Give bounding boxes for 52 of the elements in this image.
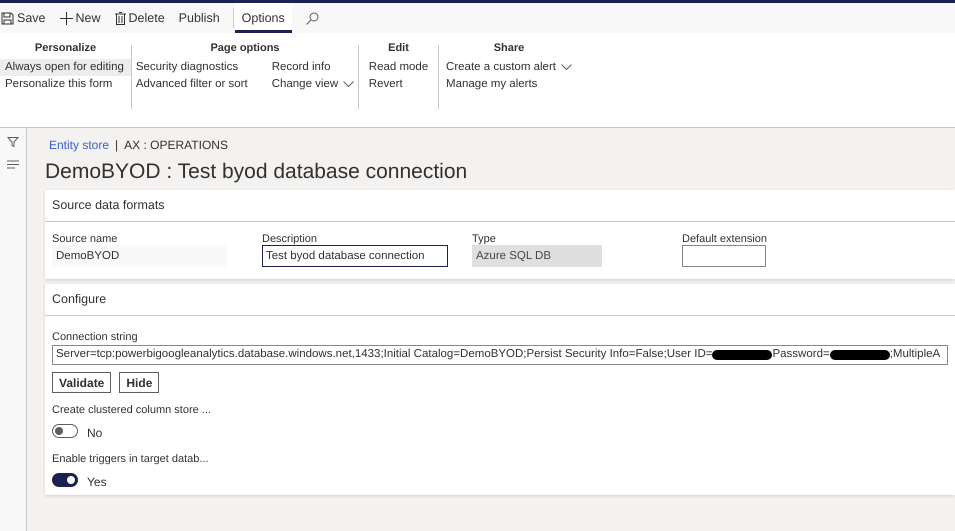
chevron-down-icon: [343, 81, 354, 88]
field-label: Default extension: [682, 232, 768, 245]
company-label: AX : OPERATIONS: [124, 137, 228, 154]
ribbon-item[interactable]: Advanced filter or sort: [130, 76, 253, 93]
ribbon-item[interactable]: Read mode: [364, 59, 434, 76]
form-button[interactable]: Validate: [52, 372, 112, 393]
card-header: Configure: [45, 284, 955, 316]
ribbon-item[interactable]: Security diagnostics: [130, 59, 253, 76]
input-field[interactable]: DemoBYOD: [52, 245, 227, 267]
connection-string-field[interactable]: Server=tcp:powerbigoogleanalytics.database.windows.net,1433;Initial Catalog=DemoBYOD;Persist Security Info=False;User ID= Password= ;MultipleA: [52, 345, 948, 365]
input-field[interactable]: [682, 245, 766, 267]
input-field[interactable]: Test byod database connection: [262, 245, 448, 267]
toolbar-button[interactable]: Publish: [178, 3, 221, 33]
redaction-mark: [830, 350, 890, 360]
field-label: Description: [262, 232, 318, 245]
page-title: DemoBYOD : Test byod database connection: [45, 159, 468, 185]
field-label: Source name: [52, 232, 118, 245]
field-label: Type: [472, 232, 497, 245]
toggle-label: Create clustered column store ...: [52, 403, 212, 416]
ribbon-item[interactable]: Create a custom alert: [441, 59, 577, 76]
field-label: Connection string: [52, 330, 139, 343]
redaction-mark: [712, 350, 772, 360]
toggle-switch[interactable]: [52, 424, 78, 438]
toolbar-button[interactable]: New: [58, 3, 102, 33]
toolbar-button[interactable]: Delete: [114, 3, 166, 33]
trash-icon: [114, 12, 126, 24]
ribbon-item[interactable]: Manage my alerts: [441, 76, 577, 93]
breadcrumb-separator: |: [115, 137, 118, 154]
form-button[interactable]: Hide: [119, 372, 160, 393]
group-title: Personalize: [34, 41, 96, 56]
ribbon-item[interactable]: Revert: [364, 76, 434, 93]
save-icon: [1, 12, 14, 24]
toggle-state-text: No: [87, 425, 102, 442]
group-title: Edit: [388, 41, 409, 56]
filter-icon[interactable]: [7, 136, 19, 148]
toolbar-button[interactable]: Save: [0, 3, 46, 33]
plus-icon: [60, 12, 72, 24]
ribbon-item[interactable]: Always open for editing: [0, 59, 131, 76]
breadcrumb-link[interactable]: Entity store: [49, 136, 110, 154]
ribbon-item[interactable]: Personalize this form: [0, 76, 131, 93]
chevron-down-icon: [560, 64, 572, 71]
group-title: Page options: [210, 41, 280, 56]
card-header: Source data formats: [45, 190, 955, 222]
search-icon[interactable]: [306, 12, 319, 24]
ribbon-item[interactable]: Record info: [266, 59, 360, 76]
toggle-label: Enable triggers in target datab...: [52, 452, 210, 465]
ribbon-item[interactable]: Change view: [266, 76, 360, 93]
toggle-switch[interactable]: [52, 473, 78, 487]
group-title: Share: [494, 41, 524, 56]
toggle-state-text: Yes: [87, 474, 107, 491]
options-tab[interactable]: Options: [234, 3, 292, 33]
lines-icon[interactable]: [7, 160, 19, 169]
